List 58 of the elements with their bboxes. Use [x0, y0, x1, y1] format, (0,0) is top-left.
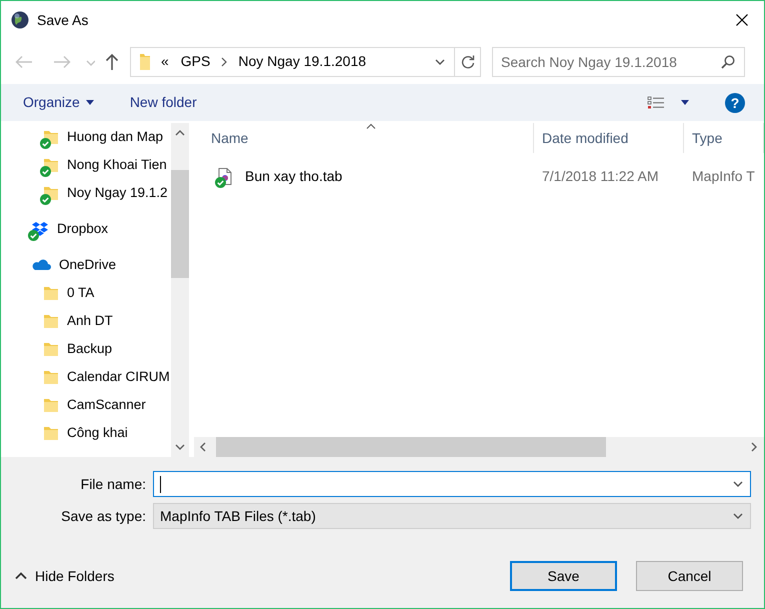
sidebar-item[interactable]: Nong Khoai Tien [1, 151, 171, 179]
dialog-button[interactable]: Cancel [636, 561, 743, 591]
date-modified: 7/1/2018 11:22 AM [541, 166, 660, 186]
help-button[interactable]: ? [725, 92, 745, 112]
chevron-right-icon [220, 56, 228, 66]
search-icon[interactable] [721, 54, 735, 68]
file-name-field[interactable] [153, 471, 751, 497]
sidebar-item[interactable]: Noy Ngay 19.1.2 [1, 179, 171, 207]
scrollbar-thumb[interactable] [216, 437, 606, 457]
dropbox-icon [31, 221, 49, 237]
folder-icon [43, 341, 59, 357]
refresh-icon [460, 54, 474, 68]
column-header[interactable]: Name [194, 123, 534, 153]
field-label: File name: [80, 474, 147, 494]
search-field[interactable]: Search Noy Ngay 19.1.2018 [492, 46, 745, 76]
up-arrow-icon[interactable] [105, 52, 119, 70]
caret-icon [86, 100, 94, 105]
overflow-chevron[interactable]: « [161, 51, 169, 72]
organize-button[interactable]: Organize [23, 92, 94, 113]
vertical-scrollbar[interactable] [171, 123, 189, 457]
folder-icon [43, 425, 59, 441]
horizontal-scrollbar[interactable] [194, 437, 764, 457]
sidebar-item[interactable]: Dropbox [1, 215, 171, 243]
field-label: Save as type: [60, 506, 147, 526]
breadcrumb-segment[interactable]: GPS [180, 51, 210, 72]
globe-icon [11, 11, 29, 29]
column-header[interactable]: Date modified [534, 123, 684, 153]
folder-icon [139, 52, 151, 70]
cloud-icon [31, 257, 51, 271]
new-folder-button[interactable]: New folder [130, 92, 197, 113]
folder-icon [43, 285, 59, 301]
chevron-up-icon [15, 570, 27, 582]
sidebar-item[interactable]: 0 TA [1, 279, 171, 307]
column-header[interactable]: Type [684, 123, 764, 153]
sidebar-item[interactable]: Calendar CIRUM [1, 363, 171, 391]
folder-icon [43, 397, 59, 413]
sidebar-item[interactable]: OneDrive [1, 251, 171, 279]
address-bar[interactable]: « GPS Noy Ngay 19.1.2018 [130, 46, 481, 76]
sidebar-item[interactable]: CamScanner [1, 391, 171, 419]
file-name: Bun xay tho.tab [245, 166, 342, 186]
sidebar-item[interactable]: Backup [1, 335, 171, 363]
file-type-dropdown[interactable]: MapInfo TAB Files (*.tab) [153, 503, 751, 529]
text-cursor [160, 476, 161, 492]
sidebar-item[interactable]: Huong dan Map [1, 123, 171, 151]
caret-icon[interactable] [681, 100, 689, 105]
sidebar-item[interactable]: Anh DT [1, 307, 171, 335]
dialog-button[interactable]: Save [510, 561, 617, 591]
window-title: Save As [37, 10, 88, 30]
sidebar-item[interactable]: Công khai [1, 419, 171, 447]
file-type: MapInfo T [691, 166, 755, 186]
folder-icon [43, 313, 59, 329]
file-row[interactable]: Bun xay tho.tab 7/1/2018 11:22 AM MapInfo T [194, 164, 764, 188]
folder-icon [43, 369, 59, 385]
scrollbar-thumb[interactable] [171, 170, 189, 278]
close-icon[interactable] [736, 14, 748, 26]
view-list-icon[interactable] [647, 96, 665, 110]
hide-folders-button[interactable]: Hide Folders [15, 566, 114, 586]
breadcrumb-segment[interactable]: Noy Ngay 19.1.2018 [238, 51, 366, 72]
